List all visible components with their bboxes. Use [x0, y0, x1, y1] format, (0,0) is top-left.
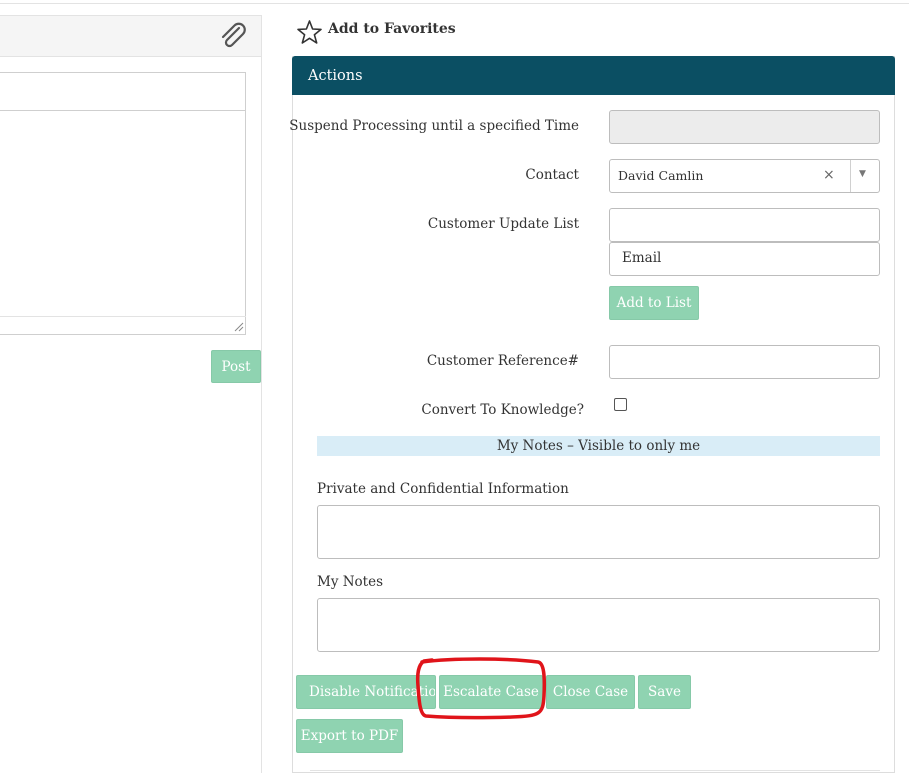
- actions-panel-title: Actions: [292, 56, 895, 95]
- add-to-list-button[interactable]: Add to List: [609, 286, 699, 320]
- private-info-textarea[interactable]: [317, 505, 880, 559]
- convert-to-knowledge-label: Convert To Knowledge?: [421, 402, 584, 418]
- add-to-favorites-link[interactable]: Add to Favorites: [328, 21, 456, 37]
- comment-textarea[interactable]: [0, 72, 246, 335]
- select-divider: [850, 160, 851, 192]
- suspend-time-input: [609, 110, 880, 144]
- save-button[interactable]: Save: [638, 675, 691, 709]
- customer-reference-label: Customer Reference#: [426, 353, 579, 369]
- export-to-pdf-button[interactable]: Export to PDF: [296, 719, 403, 753]
- clear-icon[interactable]: ×: [823, 167, 835, 183]
- my-notes-label: My Notes: [317, 574, 384, 590]
- red-annotation-circle: [415, 657, 547, 720]
- panel-footer-divider: [310, 770, 880, 771]
- customer-reference-input[interactable]: [609, 345, 880, 379]
- chevron-down-icon[interactable]: ▼: [859, 169, 866, 179]
- suspend-label: Suspend Processing until a specified Tim…: [289, 118, 579, 134]
- private-info-label: Private and Confidential Information: [317, 481, 569, 497]
- comment-toolbar-divider: [0, 110, 246, 111]
- email-placeholder: Email: [622, 250, 662, 266]
- customer-update-list-input[interactable]: [609, 208, 880, 242]
- top-divider: [0, 3, 909, 4]
- comment-footer-divider: [0, 316, 246, 317]
- contact-label: Contact: [525, 167, 579, 183]
- convert-to-knowledge-checkbox[interactable]: [614, 398, 627, 411]
- customer-update-list-label: Customer Update List: [427, 216, 579, 232]
- my-notes-textarea[interactable]: [317, 598, 880, 652]
- close-case-button[interactable]: Close Case: [546, 675, 635, 709]
- post-button[interactable]: Post: [211, 350, 261, 383]
- contact-selected-value: David Camlin: [618, 168, 704, 183]
- star-outline-icon[interactable]: [296, 19, 323, 46]
- my-notes-banner: My Notes – Visible to only me: [317, 436, 880, 456]
- resize-grip-icon[interactable]: [234, 322, 244, 332]
- paperclip-icon[interactable]: [218, 22, 248, 50]
